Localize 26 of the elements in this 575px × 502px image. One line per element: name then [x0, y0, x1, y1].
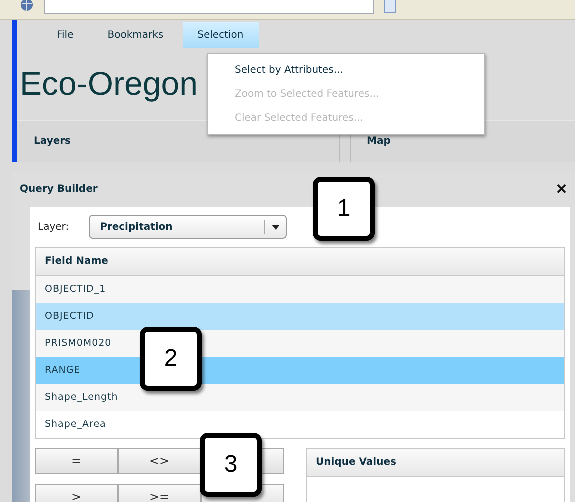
layer-label: Layer:	[38, 222, 70, 232]
panel-title: Layers	[33, 135, 72, 149]
menu-item[interactable]: Bookmarks	[92, 22, 179, 48]
address-field[interactable]	[44, 0, 374, 14]
operator-button[interactable]: <>	[118, 448, 201, 474]
page-icon	[384, 0, 396, 12]
callout-tooltip: 2	[140, 327, 202, 391]
menu-item[interactable]: Selection	[182, 22, 259, 48]
menu-item[interactable]: Select by Attributes...	[208, 58, 484, 82]
field-row[interactable]: OBJECTID_1	[36, 276, 564, 303]
callout-tooltip: 1	[313, 177, 375, 241]
column-header: Field Name	[36, 248, 564, 276]
field-row[interactable]: Shape_Length	[36, 384, 564, 411]
menu-item[interactable]: File	[42, 22, 89, 48]
operator-button[interactable]: =	[35, 448, 118, 474]
panel-title: Query Builder	[20, 184, 98, 195]
close-button[interactable]: ×	[556, 179, 567, 200]
panel-title: Map	[366, 135, 392, 149]
operator-button[interactable]: >=	[118, 484, 201, 502]
globe-icon	[20, 0, 34, 12]
panel-title: Unique Values	[307, 449, 564, 477]
operator-button[interactable]: >	[35, 484, 118, 502]
app-title: Eco-Oregon	[20, 64, 198, 104]
callout-tooltip: 3	[200, 433, 262, 497]
layer-dropdown[interactable]: Precipitation	[89, 215, 288, 239]
field-row[interactable]: OBJECTID	[36, 303, 564, 330]
